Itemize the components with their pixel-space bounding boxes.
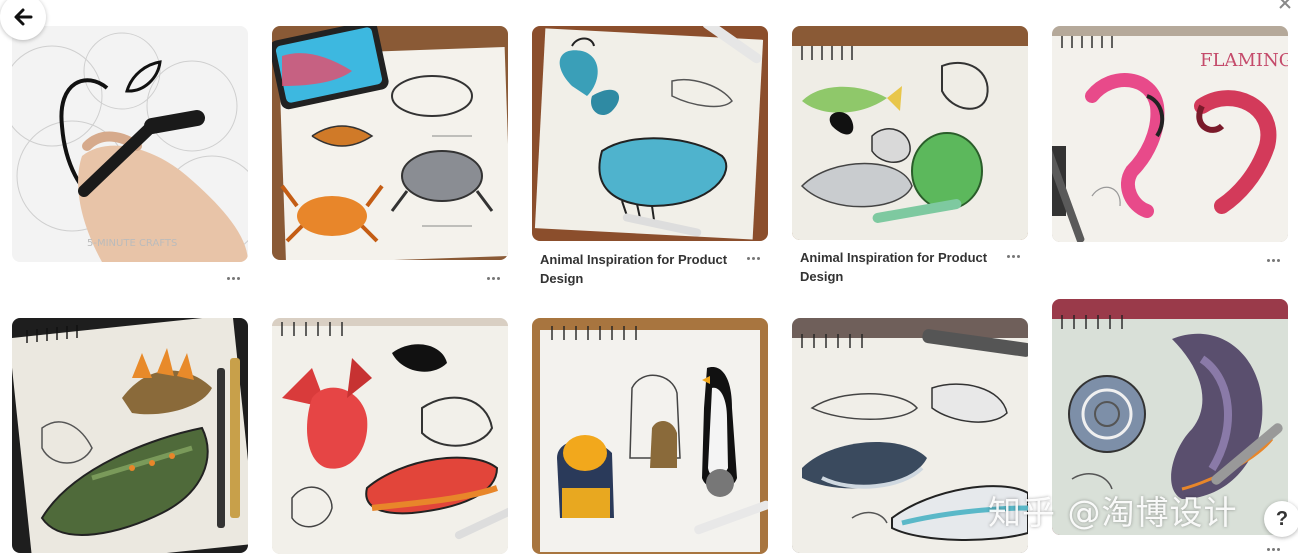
pin-card[interactable]: Animal Inspiration for Product Design — [532, 26, 768, 286]
pin-card[interactable] — [532, 318, 768, 554]
pin-image[interactable] — [792, 26, 1028, 240]
pin-image[interactable] — [272, 318, 508, 554]
pin-image[interactable] — [532, 26, 768, 241]
close-icon — [1279, 0, 1291, 9]
more-options-button[interactable] — [1002, 250, 1024, 262]
arrow-left-icon — [14, 8, 33, 26]
pin-title[interactable]: Animal Inspiration for Product Design — [800, 248, 994, 286]
pin-card[interactable] — [272, 26, 508, 280]
watermark-text: 知乎 @淘博设计 — [988, 493, 1238, 532]
image-caption: 5-MINUTE CRAFTS — [87, 238, 177, 249]
pin-card[interactable]: FLAMINGO — [1052, 26, 1288, 262]
help-label: ? — [1275, 507, 1289, 530]
more-options-button[interactable] — [222, 272, 244, 284]
help-button[interactable]: ? — [1264, 501, 1298, 537]
close-button[interactable] — [1274, 0, 1296, 14]
pin-card[interactable]: 5-MINUTE CRAFTS — [12, 26, 248, 280]
image-caption: FLAMINGO — [1200, 50, 1288, 71]
pin-title[interactable]: Animal Inspiration for Product Design — [540, 250, 734, 288]
pin-card[interactable]: Animal Inspiration for Product Design — [792, 26, 1028, 284]
more-options-button[interactable] — [742, 252, 764, 264]
pin-card[interactable] — [12, 318, 248, 553]
more-options-button[interactable] — [482, 272, 504, 284]
more-options-button[interactable] — [1262, 543, 1284, 555]
pin-image[interactable]: FLAMINGO — [1052, 26, 1288, 242]
more-options-button[interactable] — [1262, 254, 1284, 266]
pin-image[interactable] — [532, 318, 768, 554]
pin-image[interactable] — [12, 318, 248, 553]
pin-image[interactable]: 5-MINUTE CRAFTS — [12, 26, 248, 262]
pin-card[interactable] — [272, 318, 508, 554]
pin-image[interactable] — [272, 26, 508, 260]
